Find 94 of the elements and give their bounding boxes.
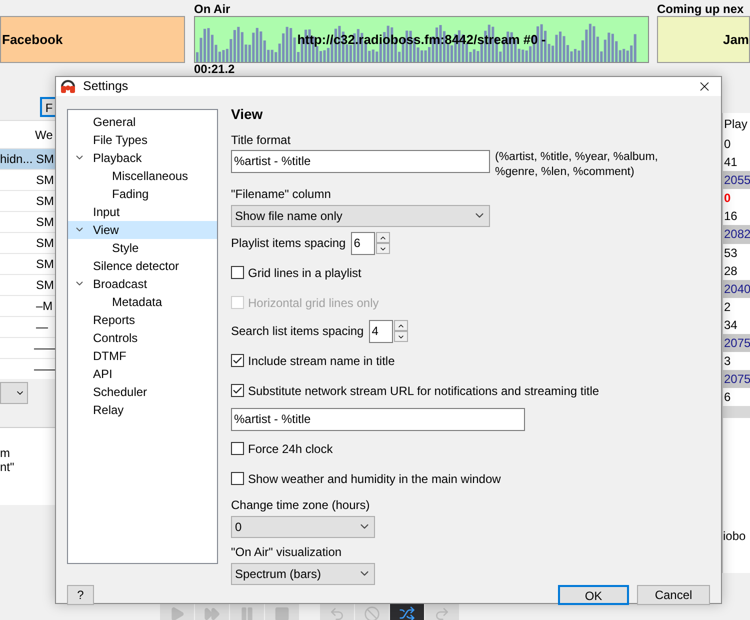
stop-icon bbox=[274, 606, 290, 620]
field-label: Search list items spacing bbox=[231, 323, 364, 340]
column-header: We bbox=[35, 126, 53, 144]
ok-button[interactable]: OK bbox=[558, 584, 629, 605]
tree-item[interactable]: Input bbox=[68, 202, 217, 221]
tree-item[interactable]: Miscellaneous bbox=[68, 166, 217, 185]
tree-item[interactable]: DTMF bbox=[68, 346, 217, 365]
checkbox[interactable] bbox=[231, 442, 244, 456]
table-cell-text: 6 bbox=[723, 389, 732, 406]
page-heading: View bbox=[231, 104, 264, 124]
tree-item[interactable]: API bbox=[68, 364, 217, 383]
undo-icon bbox=[329, 606, 345, 620]
checkbox-label: Grid lines in a playlist bbox=[248, 264, 362, 282]
table-cell-text: SM bbox=[35, 277, 54, 294]
redo-icon bbox=[434, 606, 450, 620]
field-label: Title format bbox=[231, 132, 292, 149]
field-label: "Filename" column bbox=[231, 186, 332, 203]
dropdown[interactable]: Show file name only bbox=[231, 204, 490, 227]
spin-buttons[interactable] bbox=[376, 232, 390, 254]
table-cell-text: –M bbox=[35, 298, 53, 315]
block-icon bbox=[364, 606, 380, 620]
log-line: m bbox=[0, 446, 11, 460]
section-heading: Coming up nex bbox=[657, 3, 745, 16]
tree-item[interactable]: Playback bbox=[68, 148, 217, 167]
table-cell-text: SM bbox=[35, 214, 54, 231]
tree-item[interactable]: Controls bbox=[68, 328, 217, 347]
table-cell: 2075 bbox=[723, 370, 750, 388]
tree-item[interactable]: Relay bbox=[68, 400, 217, 419]
shuffle-icon bbox=[399, 606, 415, 620]
window-title: Settings bbox=[83, 78, 128, 95]
table-cell-text: SM bbox=[35, 193, 54, 210]
tree-item[interactable]: File Types bbox=[68, 130, 217, 149]
checkbox[interactable] bbox=[231, 472, 244, 486]
field-label: "On Air" visualization bbox=[231, 544, 343, 561]
table-cell: 2082 bbox=[723, 225, 750, 244]
tree-item[interactable]: View bbox=[68, 220, 217, 239]
table-cell-text: 28 bbox=[723, 262, 738, 280]
text-field[interactable]: %artist - %title bbox=[231, 408, 525, 431]
tree-item[interactable]: Style bbox=[68, 238, 217, 257]
dropdown[interactable]: 0 bbox=[231, 516, 375, 538]
pause-icon bbox=[239, 606, 255, 620]
table-cell-text: 41 bbox=[723, 154, 738, 172]
cancel-button[interactable]: Cancel bbox=[637, 584, 710, 605]
tree-item[interactable]: Reports bbox=[68, 310, 217, 329]
forward-icon bbox=[204, 606, 220, 620]
table-cell-text: 16 bbox=[723, 208, 738, 226]
table-cell: 2055 bbox=[723, 171, 750, 190]
table-cell: 2075 bbox=[723, 334, 750, 352]
table-cell-text: 0 bbox=[723, 190, 732, 208]
tree-item[interactable]: Scheduler bbox=[68, 382, 217, 401]
play-icon bbox=[169, 606, 185, 620]
log-line: nt" bbox=[0, 460, 16, 474]
tree-item[interactable]: General bbox=[68, 112, 217, 131]
table-cell-text: 2 bbox=[723, 298, 732, 316]
text-field[interactable]: %artist - %title bbox=[231, 150, 490, 173]
table-cell-text: 0 bbox=[723, 136, 732, 153]
table-cell-text: SM bbox=[35, 256, 54, 273]
checkbox-label: Horizontal grid lines only bbox=[248, 294, 379, 312]
playlist-row[interactable]: hidn... SM bbox=[0, 148, 58, 169]
elapsed-time: 00:21.2 bbox=[194, 63, 236, 76]
checkbox-label: Force 24h clock bbox=[248, 440, 333, 458]
tree-item[interactable]: Broadcast bbox=[68, 274, 217, 293]
table-cell-text: 53 bbox=[723, 244, 738, 262]
checkbox[interactable] bbox=[231, 384, 244, 398]
table-cell: hidn... bbox=[0, 152, 33, 166]
tree-item[interactable]: Metadata bbox=[68, 292, 217, 311]
field-label: Change time zone (hours) bbox=[231, 496, 371, 514]
table-cell-text: 3 bbox=[723, 353, 732, 370]
dropdown[interactable]: Spectrum (bars) bbox=[231, 562, 375, 585]
next-track-panel: Jam bbox=[657, 16, 750, 63]
table-cell-text: SM bbox=[35, 172, 54, 189]
spin-buttons[interactable] bbox=[394, 320, 408, 342]
checkbox[interactable] bbox=[231, 266, 244, 280]
number-field[interactable]: 6 bbox=[350, 232, 375, 255]
tree-item[interactable]: Silence detector bbox=[68, 256, 217, 275]
number-field[interactable]: 4 bbox=[368, 320, 393, 343]
table-cell-text: 34 bbox=[723, 316, 738, 334]
help-button[interactable]: ? bbox=[67, 584, 94, 605]
checkbox-label: Include stream name in title bbox=[248, 352, 395, 370]
table-cell-text: SM bbox=[35, 151, 54, 168]
checkbox[interactable] bbox=[231, 354, 244, 368]
field-label: Playlist items spacing bbox=[231, 235, 346, 252]
tree-item[interactable]: Fading bbox=[68, 184, 217, 203]
table-cell-text: — bbox=[35, 319, 48, 336]
column-header: Play bbox=[723, 116, 748, 133]
headphones-icon bbox=[60, 78, 76, 94]
status-text: iobo bbox=[723, 528, 747, 545]
checkbox-label: Substitute network stream URL for notifications and streaming title bbox=[248, 382, 600, 400]
section-heading: On Air bbox=[194, 3, 232, 16]
checkbox-label: Show weather and humidity in the main window bbox=[248, 470, 501, 488]
table-cell-text: SM bbox=[35, 235, 54, 252]
format-hint: (%artist, %title, %year, %album, %genre, %len, %comment) bbox=[495, 150, 659, 180]
previous-track-panel: Facebook bbox=[0, 16, 185, 63]
table-cell: 2040 bbox=[723, 280, 750, 298]
